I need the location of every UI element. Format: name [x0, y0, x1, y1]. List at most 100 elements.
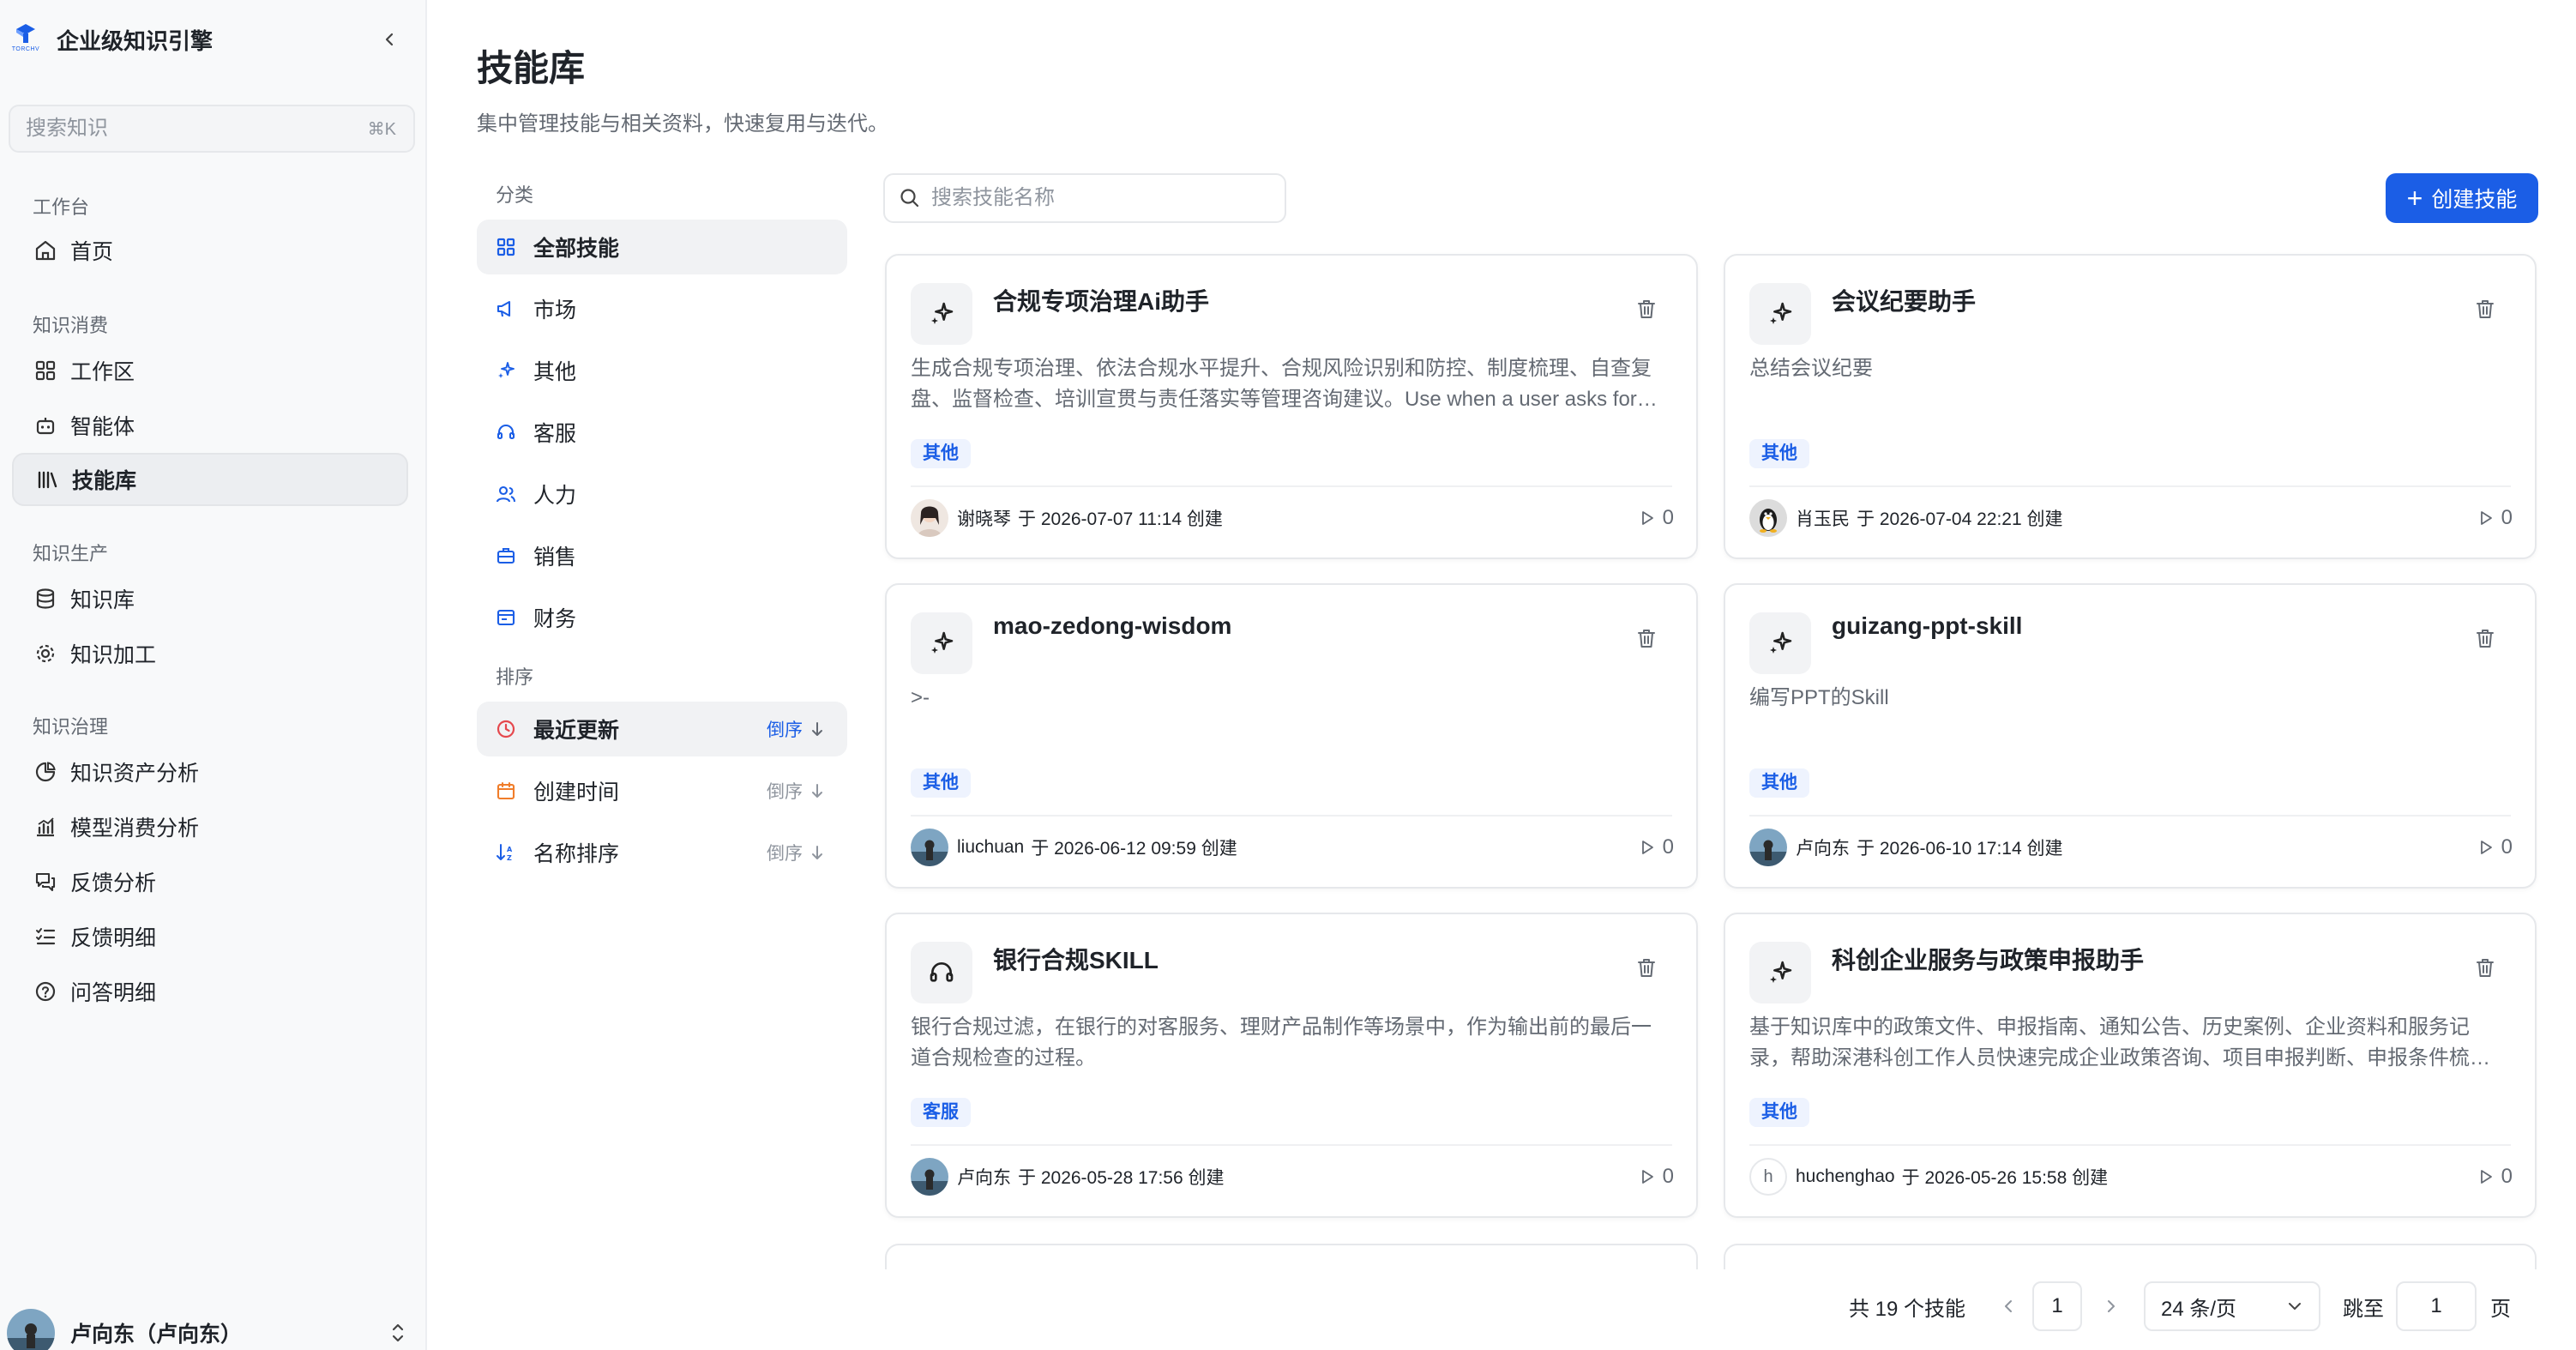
sidebar-item-label: 智能体 — [70, 415, 135, 439]
play-icon — [2480, 841, 2492, 854]
sidebar-item-workspace[interactable]: 工作区 — [12, 343, 408, 398]
category-sales[interactable]: 销售 — [477, 528, 847, 583]
help-circle-icon — [33, 979, 58, 1004]
library-icon — [34, 467, 60, 492]
user-menu[interactable]: 卢向东（卢向东） — [7, 1309, 418, 1350]
brand[interactable]: TORCHV 企业级知识引擎 — [10, 22, 213, 57]
sort-by-name[interactable]: AZ 名称排序 倒序 — [477, 825, 847, 880]
grid-icon — [494, 235, 518, 259]
sidebar-item-feedback-detail[interactable]: 反馈明细 — [12, 909, 408, 964]
knowledge-search-input[interactable] — [26, 117, 368, 141]
category-service[interactable]: 客服 — [477, 405, 847, 460]
category-finance[interactable]: 财务 — [477, 590, 847, 645]
nav-group-consume: 知识消费 工作区 智能体 技能库 — [0, 309, 427, 506]
sort-order-toggle[interactable]: 倒序 — [767, 840, 825, 865]
sidebar-item-label: 反馈明细 — [70, 926, 157, 950]
skill-footer: h huchenghao 于 2026-05-26 15:58 创建 0 — [1749, 1156, 2513, 1197]
sort-order-text: 倒序 — [767, 720, 803, 740]
skill-created-meta: 于 2026-07-04 22:21 创建 — [1857, 509, 2063, 529]
knowledge-search[interactable]: ⌘K — [9, 105, 415, 153]
sidebar-item-asset-analysis[interactable]: 知识资产分析 — [12, 744, 408, 799]
skill-description: 编写PPT的Skill — [1749, 686, 1889, 709]
page-size-select[interactable]: 24 条/页 — [2144, 1281, 2321, 1331]
collapse-sidebar-button[interactable] — [377, 27, 401, 51]
run-count-value: 0 — [1662, 1165, 1674, 1188]
trash-icon — [2477, 630, 2494, 648]
sidebar-item-feedback-analysis[interactable]: 反馈分析 — [12, 854, 408, 909]
wallet-icon — [494, 606, 518, 630]
sort-order-toggle[interactable]: 倒序 — [767, 716, 825, 742]
category-label: 分类 — [496, 184, 534, 206]
play-icon — [1641, 511, 1653, 525]
delete-skill-button[interactable] — [1633, 624, 1660, 652]
nav-group-governance: 知识治理 知识资产分析 模型消费分析 反馈分析 反馈明细 问答明细 — [0, 710, 427, 1019]
category-all[interactable]: 全部技能 — [477, 220, 847, 274]
skill-card[interactable]: 会议纪要助手 总结会议纪要 其他 肖玉民 于 2026-07-04 22:21 … — [1724, 254, 2537, 559]
skill-tag: 其他 — [911, 768, 971, 798]
chevron-right-icon — [2108, 1300, 2116, 1312]
skill-description: 生成合规专项治理、依法合规水平提升、合规风险识别和防控、制度梳理、自查复盘、监督… — [911, 357, 1652, 411]
jump-page-input[interactable]: 1 — [2396, 1281, 2477, 1331]
users-icon — [494, 482, 518, 506]
sidebar-item-home[interactable]: 首页 — [12, 225, 408, 276]
sidebar-item-skills[interactable]: 技能库 — [12, 453, 408, 506]
sort-recent-update[interactable]: 最近更新 倒序 — [477, 702, 847, 756]
category-label-text: 人力 — [533, 484, 577, 508]
skill-card[interactable]: 银行合规SKILL 银行合规过滤，在银行的对客服务、理财产品制作等场景中，作为输… — [885, 913, 1698, 1218]
sidebar-item-model-analysis[interactable]: 模型消费分析 — [12, 799, 408, 854]
skill-created-meta: 于 2026-07-07 11:14 创建 — [1018, 509, 1223, 529]
sidebar-item-processing[interactable]: 知识加工 — [12, 626, 408, 681]
delete-skill-button[interactable] — [2471, 624, 2499, 652]
delete-skill-button[interactable] — [2471, 295, 2499, 322]
sidebar-item-qa-detail[interactable]: 问答明细 — [12, 964, 408, 1019]
category-label-text: 财务 — [533, 607, 577, 631]
delete-skill-button[interactable] — [2471, 954, 2499, 981]
create-skill-label: 创建技能 — [2431, 188, 2518, 212]
next-page-button[interactable] — [2101, 1298, 2122, 1315]
sparkle-icon — [1749, 942, 1811, 1003]
arrow-down-icon — [812, 846, 822, 859]
skill-card-partial[interactable] — [1724, 1244, 2537, 1269]
database-icon — [33, 586, 58, 612]
author-avatar — [911, 829, 948, 866]
trash-icon — [1638, 959, 1655, 977]
skill-card[interactable]: 科创企业服务与政策申报助手 基于知识库中的政策文件、申报指南、通知公告、历史案例… — [1724, 913, 2537, 1218]
grid-icon — [33, 358, 58, 383]
skill-search-input[interactable] — [931, 186, 1285, 210]
pie-chart-icon — [33, 759, 58, 785]
category-market[interactable]: 市场 — [477, 281, 847, 336]
run-count-value: 0 — [1662, 835, 1674, 859]
divider — [1749, 815, 2511, 817]
torchv-logo-icon: TORCHV — [10, 22, 41, 57]
delete-skill-button[interactable] — [1633, 954, 1660, 981]
skill-created-meta: 于 2026-06-10 17:14 创建 — [1857, 839, 2063, 859]
sidebar-item-knowledge-base[interactable]: 知识库 — [12, 571, 408, 626]
category-other[interactable]: 其他 — [477, 343, 847, 398]
svg-text:Z: Z — [507, 854, 512, 862]
page-number-current[interactable]: 1 — [2032, 1281, 2083, 1331]
skill-tag: 客服 — [911, 1098, 971, 1127]
skill-card[interactable]: 合规专项治理Ai助手 生成合规专项治理、依法合规水平提升、合规风险识别和防控、制… — [885, 254, 1698, 559]
sort-created-time[interactable]: 创建时间 倒序 — [477, 763, 847, 818]
skill-card-partial[interactable] — [885, 1244, 1698, 1269]
skill-author: 卢向东 — [957, 1168, 1011, 1188]
skill-card[interactable]: guizang-ppt-skill 编写PPT的Skill 其他 卢向东 于 2… — [1724, 583, 2537, 889]
create-skill-button[interactable]: + 创建技能 — [2386, 173, 2538, 223]
play-icon — [1641, 1170, 1653, 1184]
skill-created-meta: 于 2026-06-12 09:59 创建 — [1031, 839, 1237, 859]
user-name: 卢向东（卢向东） — [70, 1323, 243, 1347]
sidebar-item-agents[interactable]: 智能体 — [12, 398, 408, 453]
skill-title: 科创企业服务与政策申报助手 — [1832, 947, 2145, 973]
nav-group-workbench: 工作台 首页 — [0, 190, 427, 276]
skill-search[interactable] — [883, 173, 1286, 223]
divider — [911, 485, 1672, 487]
sort-label-text: 最近更新 — [533, 719, 620, 743]
nav-group-label: 知识治理 — [33, 716, 109, 738]
category-hr[interactable]: 人力 — [477, 467, 847, 521]
skill-card[interactable]: mao-zedong-wisdom >- 其他 liuchuan 于 2026-… — [885, 583, 1698, 889]
skill-tag: 其他 — [1749, 439, 1809, 468]
delete-skill-button[interactable] — [1633, 295, 1660, 322]
prev-page-button[interactable] — [1998, 1298, 2019, 1315]
sort-order-toggle[interactable]: 倒序 — [767, 778, 825, 804]
skill-footer: 肖玉民 于 2026-07-04 22:21 创建 0 — [1749, 497, 2513, 539]
